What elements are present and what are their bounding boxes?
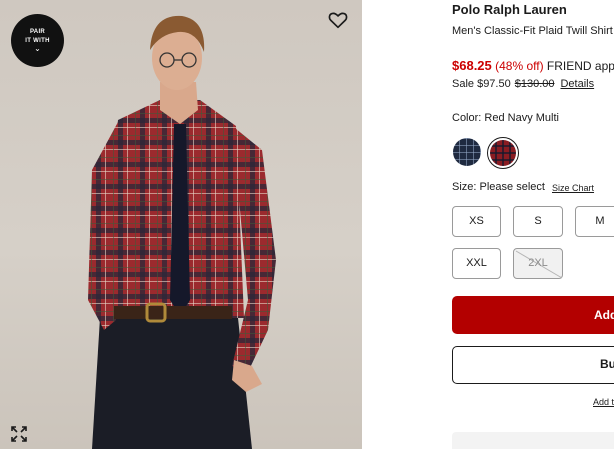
size-option-xxl[interactable]: XXL xyxy=(452,248,501,279)
color-swatch-navy[interactable] xyxy=(453,138,481,166)
sale-price: $68.25 xyxy=(452,58,492,73)
product-photo xyxy=(88,15,276,449)
size-option-s[interactable]: S xyxy=(513,206,563,237)
add-to-list-link[interactable]: Add t xyxy=(593,397,614,407)
sale-label: Sale $97.50 xyxy=(452,78,511,90)
sale-line: Sale $97.50 $130.00 Details xyxy=(452,78,594,90)
color-label: Color: Red Navy Multi xyxy=(452,112,559,124)
pair-it-with-button[interactable]: PAIR IT WITH ⌄ xyxy=(11,14,64,67)
color-swatch-red-navy-multi[interactable] xyxy=(490,140,516,166)
heart-icon[interactable] xyxy=(327,9,349,31)
add-to-bag-button[interactable]: Add xyxy=(452,296,614,334)
price-line: $68.25 (48% off) FRIEND applied xyxy=(452,58,614,73)
discount-percent: (48% off) xyxy=(495,59,544,73)
size-option-label: 2XL xyxy=(528,257,548,269)
size-option-m[interactable]: M xyxy=(575,206,614,237)
buy-now-button[interactable]: Bu xyxy=(452,346,614,384)
size-option-xs[interactable]: XS xyxy=(452,206,501,237)
original-price: $130.00 xyxy=(514,78,555,90)
details-link[interactable]: Details xyxy=(560,78,594,90)
brand-link[interactable]: Polo Ralph Lauren xyxy=(452,2,567,17)
size-label: Size: Please select xyxy=(452,181,545,193)
promo-text: FRIEND applied xyxy=(546,59,614,73)
size-option-2xl-unavailable[interactable]: 2XL xyxy=(513,248,563,279)
product-title: Men's Classic-Fit Plaid Twill Shirt xyxy=(452,25,613,37)
expand-icon[interactable] xyxy=(10,425,28,443)
product-image-panel: PAIR IT WITH ⌄ xyxy=(0,0,362,449)
size-chart-link[interactable]: Size Chart xyxy=(552,183,594,193)
promo-panel xyxy=(452,432,614,449)
pair-label-line1: PAIR xyxy=(29,29,46,35)
chevron-down-icon: ⌄ xyxy=(34,44,41,53)
